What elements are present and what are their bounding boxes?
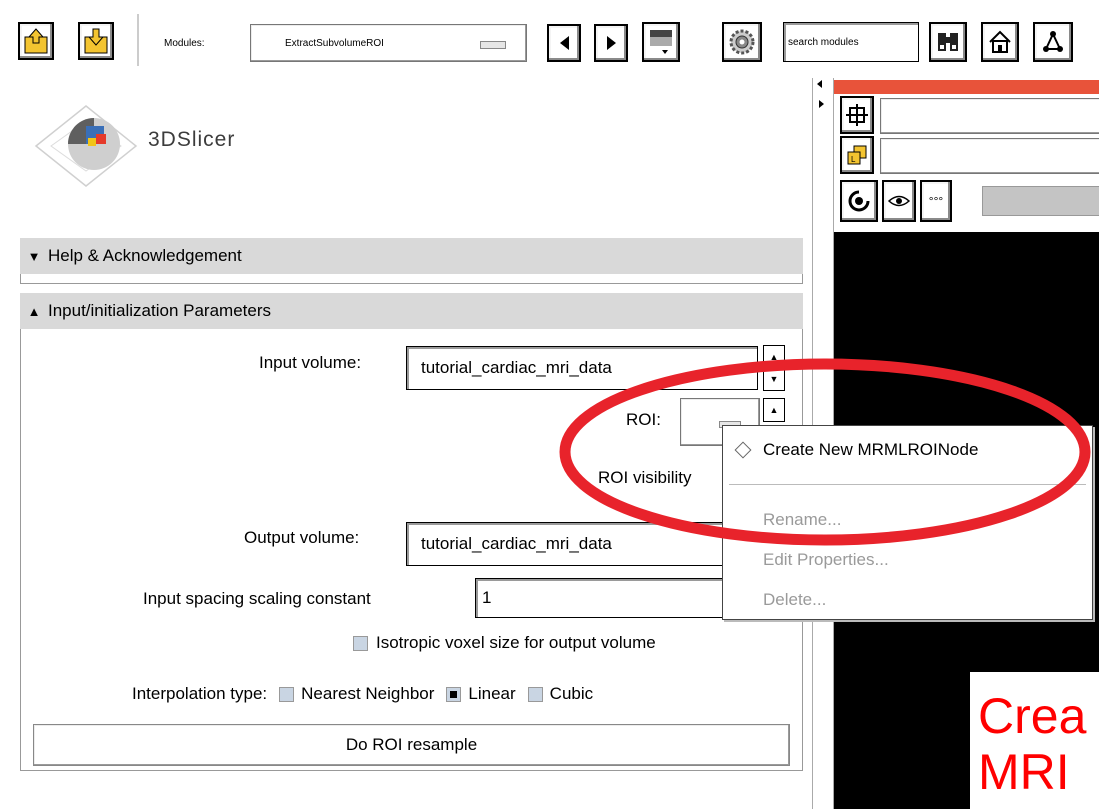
top-toolbar: Modules: ExtractSubvolumeROI search modu…: [0, 0, 1099, 76]
triangle-right-icon: [606, 36, 616, 50]
interp-linear-label: Linear: [468, 684, 516, 703]
annotation-line-1: Crea: [978, 688, 1087, 744]
ellipsis-icon: °°°: [928, 194, 944, 208]
menu-create-label: Create New MRMLROINode: [763, 440, 979, 459]
binoculars-icon: [938, 33, 958, 51]
help-panel-header[interactable]: ▼ Help & Acknowledgement: [20, 238, 803, 275]
search-placeholder: search modules: [788, 36, 859, 48]
interpolation-label: Interpolation type:: [132, 684, 268, 703]
layers-icon: L: [847, 145, 867, 165]
logo-text: 3DSlicer: [148, 128, 236, 151]
layer-button[interactable]: L: [840, 136, 874, 174]
interp-cubic-checkbox[interactable]: [527, 686, 543, 702]
menu-separator: [729, 484, 1086, 485]
output-volume-value: tutorial_cardiac_mri_data: [421, 534, 612, 553]
input-volume-value: tutorial_cardiac_mri_data: [421, 358, 612, 377]
collapse-right-icon[interactable]: [819, 100, 824, 108]
isotropic-checkbox[interactable]: [353, 635, 368, 651]
spacing-label: Input spacing scaling constant: [143, 589, 371, 608]
svg-text:L: L: [851, 155, 856, 164]
previous-module-button[interactable]: [547, 24, 581, 62]
collapse-arrow-icon: ▼: [27, 248, 41, 264]
eye-icon: [887, 195, 911, 207]
params-panel-title: Input/initialization Parameters: [48, 301, 272, 320]
toolbar-separator: [137, 14, 139, 66]
visibility-button[interactable]: [882, 180, 916, 222]
collapse-left-icon[interactable]: [817, 80, 822, 88]
annotation-line-2: MRI: [978, 744, 1070, 800]
menu-edit-properties[interactable]: Edit Properties...: [723, 550, 1092, 570]
modules-label: Modules:: [164, 38, 205, 49]
roi-visibility-label: ROI visibility: [598, 468, 692, 487]
output-volume-label: Output volume:: [244, 528, 360, 547]
annotation-text-box: Crea MRI: [970, 672, 1099, 809]
interp-cubic-label: Cubic: [549, 684, 594, 703]
interp-nearest-checkbox[interactable]: [279, 686, 295, 702]
menu-rename[interactable]: Rename...: [723, 510, 1092, 530]
crosshair-icon: [846, 104, 868, 126]
home-icon: [989, 30, 1011, 53]
viewer-field-1[interactable]: [880, 98, 1099, 134]
search-modules-input[interactable]: search modules: [783, 22, 919, 62]
tree-hierarchy-icon: [1043, 31, 1063, 52]
menu-delete[interactable]: Delete...: [723, 590, 1092, 610]
roi-context-menu: Create New MRMLROINode Rename... Edit Pr…: [722, 425, 1093, 620]
menu-create-roi-node[interactable]: Create New MRMLROINode: [723, 440, 1092, 460]
gear-icon: [729, 29, 755, 55]
more-options-button[interactable]: °°°: [920, 180, 952, 222]
viewer-top-bar: [834, 80, 1099, 94]
menu-edit-label: Edit Properties...: [763, 550, 889, 569]
swirl-icon: [848, 190, 870, 212]
do-roi-resample-button[interactable]: Do ROI resample: [33, 724, 790, 766]
search-button[interactable]: [929, 22, 967, 62]
roi-label: ROI:: [626, 410, 661, 429]
spacing-input[interactable]: 1: [475, 578, 735, 618]
module-history-button[interactable]: [642, 22, 680, 62]
input-volume-label: Input volume:: [259, 353, 362, 372]
interp-nearest-label: Nearest Neighbor: [301, 684, 435, 703]
spin-up-icon[interactable]: ▲: [764, 346, 784, 368]
spin-up-icon[interactable]: ▲: [764, 399, 784, 421]
roi-spinner[interactable]: ▲: [763, 398, 785, 422]
triangle-left-icon: [559, 36, 569, 50]
folder-down-icon: [84, 28, 108, 54]
isotropic-label: Isotropic voxel size for output volume: [376, 633, 656, 652]
spin-view-button[interactable]: [840, 180, 878, 222]
diamond-icon: [734, 441, 752, 459]
input-volume-selector[interactable]: tutorial_cardiac_mri_data: [406, 346, 758, 390]
logo-area: 3DSlicer: [20, 80, 803, 230]
module-selector[interactable]: ExtractSubvolumeROI: [250, 24, 527, 62]
menu-delete-label: Delete...: [763, 590, 827, 609]
dropdown-indicator-icon: [480, 41, 506, 49]
viewer-control-row-1: [840, 96, 1099, 136]
spin-down-icon[interactable]: ▼: [764, 368, 784, 390]
folder-up-icon: [24, 28, 48, 54]
viewer-field-2[interactable]: [880, 138, 1099, 174]
interp-linear-checkbox[interactable]: [446, 686, 462, 702]
module-selected-label: ExtractSubvolumeROI: [285, 37, 384, 49]
history-list-icon: [650, 30, 672, 54]
help-panel-body: [20, 274, 803, 284]
slicer-logo-icon: [34, 105, 138, 187]
interpolation-row: Interpolation type: Nearest Neighbor Lin…: [132, 684, 593, 704]
save-scene-button[interactable]: [78, 22, 114, 60]
next-module-button[interactable]: [594, 24, 628, 62]
output-volume-selector[interactable]: tutorial_cardiac_mri_data: [406, 522, 736, 566]
params-panel-header[interactable]: ▲ Input/initialization Parameters: [20, 293, 803, 330]
input-volume-spinner[interactable]: ▲ ▼: [763, 345, 785, 391]
help-panel-title: Help & Acknowledgement: [48, 246, 242, 265]
module-settings-button[interactable]: [722, 22, 762, 62]
spacing-value: 1: [482, 588, 492, 607]
do-roi-resample-label: Do ROI resample: [345, 735, 478, 754]
view-layout-button[interactable]: [840, 96, 874, 134]
menu-rename-label: Rename...: [763, 510, 842, 529]
expand-arrow-icon: ▲: [27, 303, 41, 319]
viewer-control-row-2: L: [840, 136, 1099, 176]
home-button[interactable]: [981, 22, 1019, 62]
viewer-control-row-3: °°°: [840, 180, 1099, 224]
load-scene-button[interactable]: [18, 22, 54, 60]
viewer-slider-track[interactable]: [982, 186, 1099, 216]
hierarchy-button[interactable]: [1033, 22, 1073, 62]
isotropic-checkbox-row[interactable]: Isotropic voxel size for output volume: [353, 633, 656, 653]
